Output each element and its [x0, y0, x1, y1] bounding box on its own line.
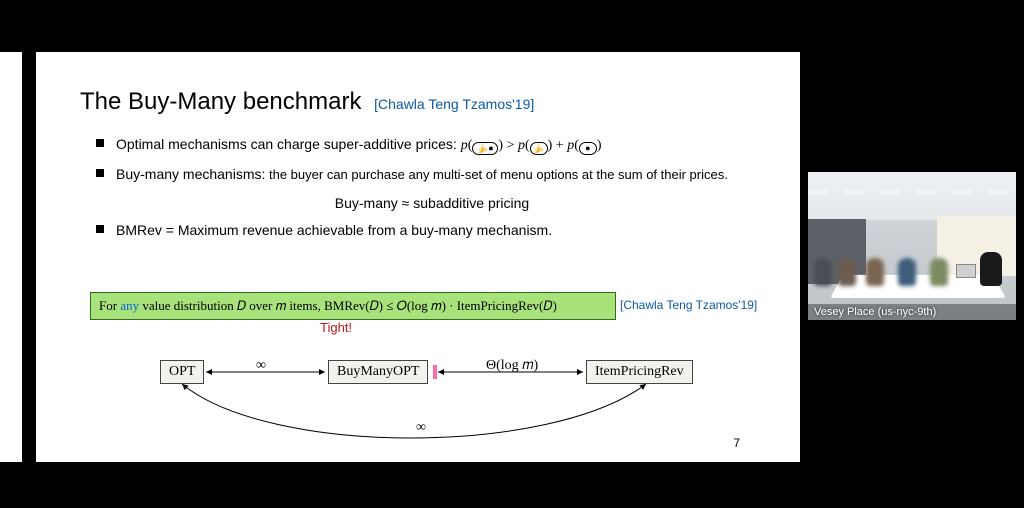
ball-icon2: ●: [585, 143, 590, 153]
diagram-edge-12: ∞: [256, 358, 266, 374]
theorem-tight: Tight!: [320, 320, 352, 335]
slide-left-stripe: [22, 52, 36, 462]
bullet-2-center: Buy-many ≈ subadditive pricing: [94, 193, 770, 214]
bundle-banana-icon: 🍌: [530, 142, 548, 155]
math-p3: p: [567, 138, 574, 153]
math-gt: >: [507, 138, 515, 153]
theorem-rest: value distribution 𝐷 over 𝑚 items, BMRev…: [139, 298, 557, 313]
banana-icon: 🍌: [477, 143, 488, 153]
theorem-any: any: [120, 298, 139, 313]
person-silhouette: [866, 258, 884, 286]
slide-title: The Buy-Many benchmark [Chawla Teng Tzam…: [80, 88, 534, 116]
math-p2: p: [518, 138, 525, 153]
laptop-icon: [956, 264, 976, 278]
bundle-ball-icon: ●: [579, 142, 597, 155]
bullet-2: Buy-many mechanisms: the buyer can purch…: [94, 164, 770, 185]
bullet-1-math: p(🍌●) > p(🍌) + p(●): [461, 138, 602, 153]
bundle-both-icon: 🍌●: [472, 142, 498, 155]
person-silhouette: [930, 258, 948, 286]
theorem-for: For: [99, 298, 120, 313]
benchmark-diagram: OPT BuyManyOPT ItemPricingRev ∞ Θ(log 𝑚)…: [90, 360, 750, 448]
slide-title-text: The Buy-Many benchmark: [80, 88, 361, 115]
bullet-1: Optimal mechanisms can charge super-addi…: [94, 134, 770, 156]
bullet-2-rest: the buyer can purchase any multi-set of …: [265, 167, 727, 182]
theorem-box: For any value distribution 𝐷 over 𝑚 item…: [90, 292, 616, 320]
slide-title-citation: [Chawla Teng Tzamos'19]: [374, 96, 534, 112]
ball-icon: ●: [488, 143, 493, 153]
banana-icon2: 🍌: [533, 143, 544, 153]
bullet-list: Optimal mechanisms can charge super-addi…: [94, 134, 770, 249]
diagram-node-itempricing: ItemPricingRev: [586, 360, 693, 384]
diagram-node-opt: OPT: [160, 360, 204, 384]
bullet-2-lead: Buy-many mechanisms:: [116, 166, 265, 182]
ceiling-lights-icon: [808, 190, 1016, 194]
bullet-1-text: Optimal mechanisms can charge super-addi…: [116, 136, 457, 152]
math-plus: +: [556, 138, 564, 153]
room-wall-right: [937, 216, 1016, 275]
slide-page-number: 7: [733, 436, 740, 450]
person-silhouette: [838, 258, 856, 286]
person-silhouette: [980, 252, 1002, 286]
participant-video-tile[interactable]: Vesey Place (us-nyc-9th): [808, 172, 1016, 320]
participant-name-label: Vesey Place (us-nyc-9th): [808, 304, 1016, 320]
diagram-node-buymany: BuyManyOPT: [328, 360, 428, 384]
person-silhouette: [814, 258, 832, 286]
bullet-3-text: BMRev = Maximum revenue achievable from …: [116, 222, 552, 238]
theorem-citation: [Chawla Teng Tzamos'19]: [620, 298, 757, 312]
shared-slide: The Buy-Many benchmark [Chawla Teng Tzam…: [0, 52, 800, 462]
person-silhouette: [898, 258, 916, 286]
diagram-edge-13: ∞: [416, 420, 426, 436]
diagram-edge-23: Θ(log 𝑚): [486, 358, 538, 374]
slide-content: The Buy-Many benchmark [Chawla Teng Tzam…: [60, 52, 780, 462]
math-p: p: [461, 138, 468, 153]
bullet-3: BMRev = Maximum revenue achievable from …: [94, 220, 770, 241]
